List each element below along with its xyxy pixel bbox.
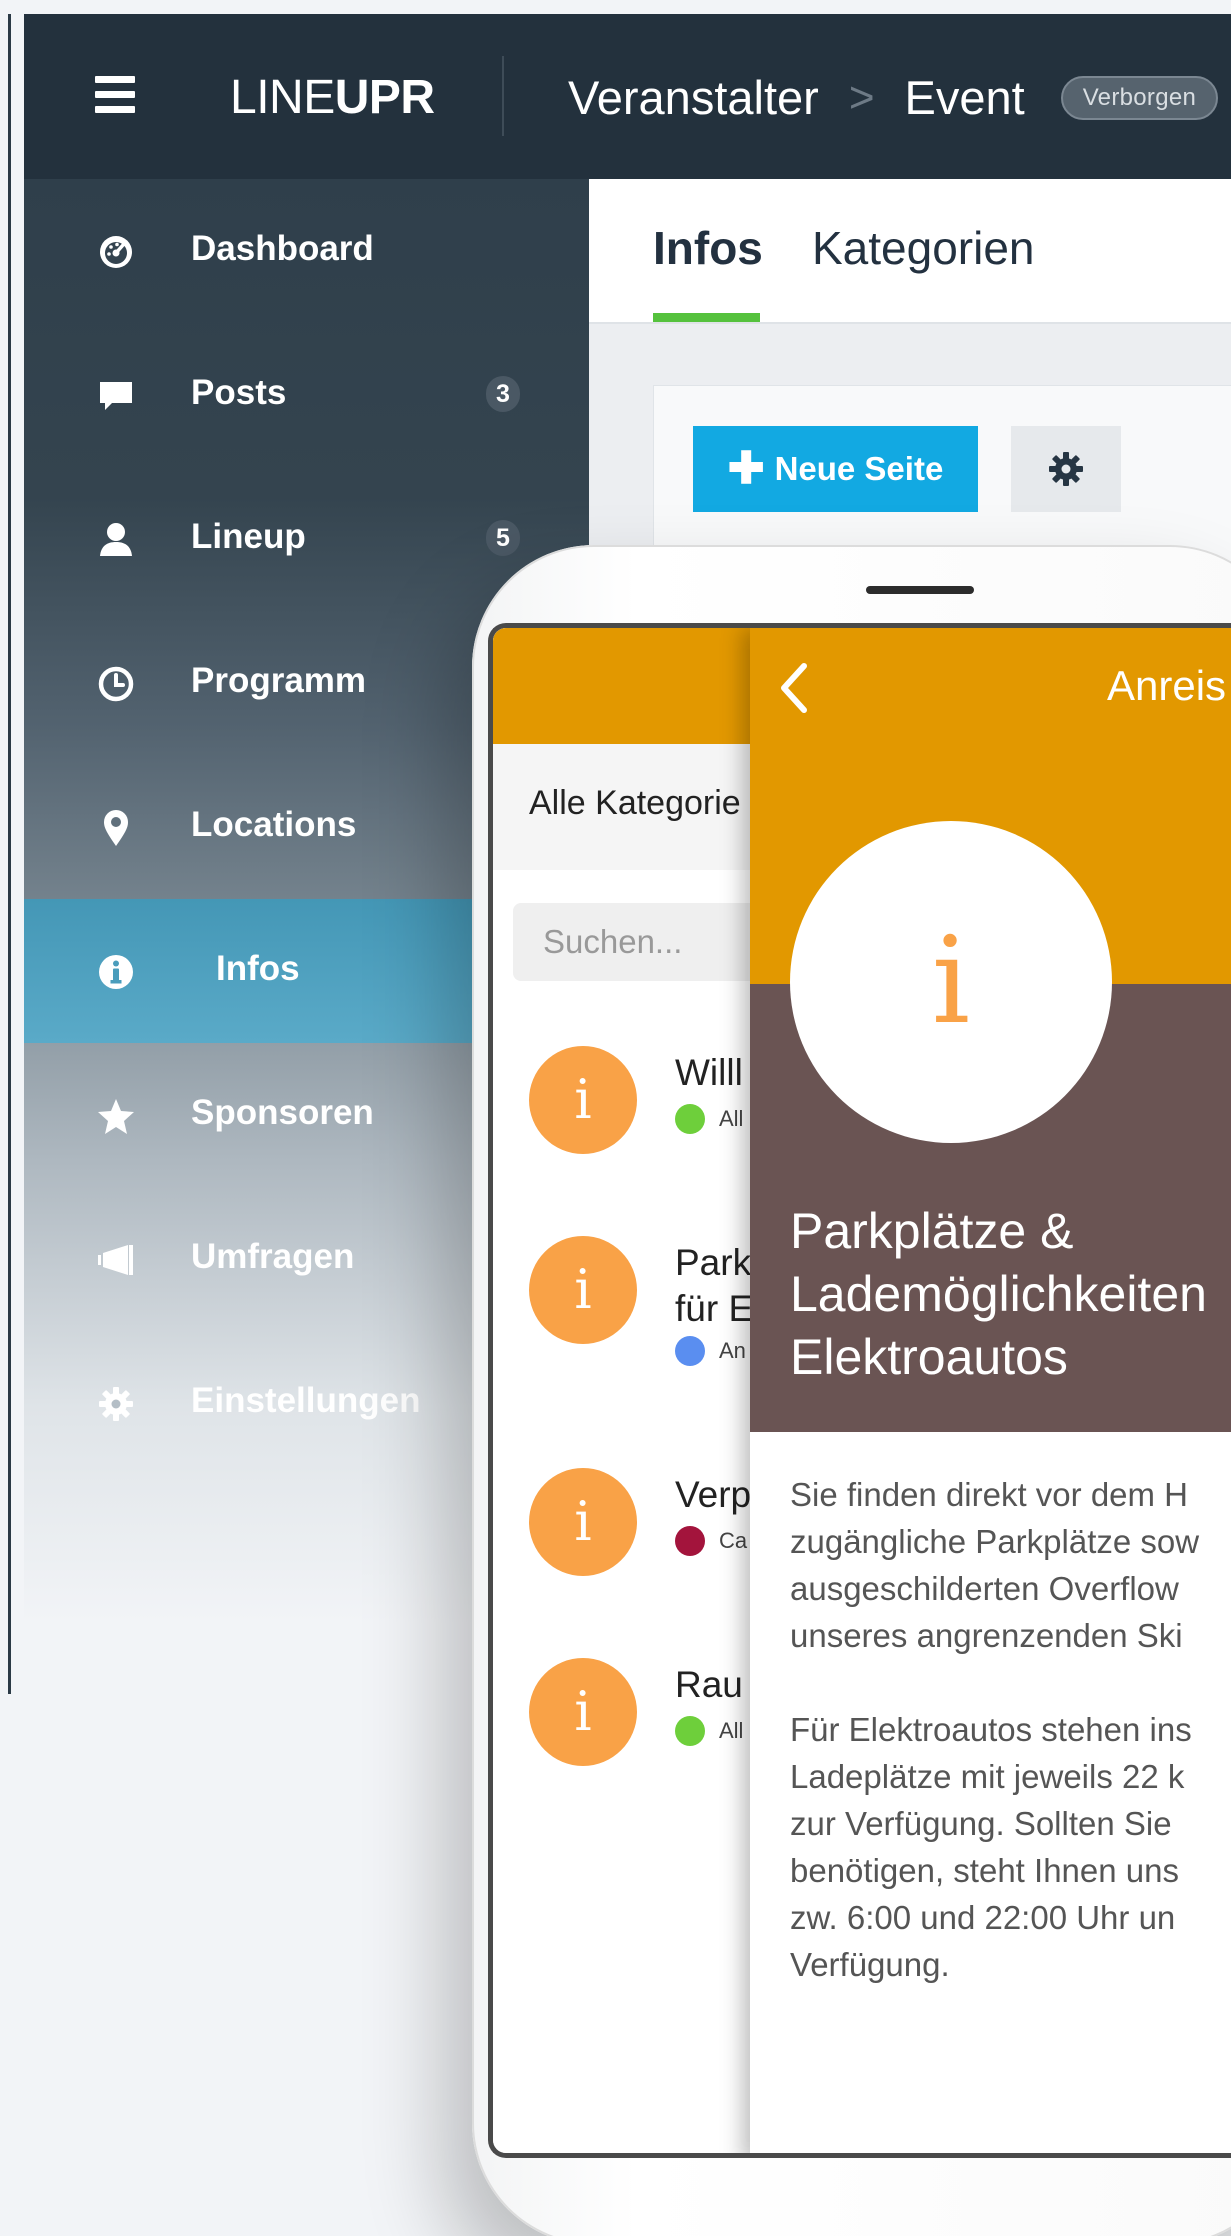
category-label: All bbox=[719, 1718, 744, 1743]
search-placeholder: Suchen... bbox=[543, 923, 683, 960]
breadcrumb-veranstalter[interactable]: Veranstalter bbox=[568, 70, 819, 125]
clock-icon bbox=[98, 666, 134, 702]
list-item-title: Rau bbox=[675, 1664, 743, 1705]
list-item-category: All bbox=[675, 1716, 743, 1746]
sidebar-edge bbox=[8, 14, 11, 1694]
category-label: An bbox=[719, 1338, 746, 1363]
sidebar-item-label: Einstellungen bbox=[191, 1381, 421, 1420]
detail-header: Anreis bbox=[750, 628, 1231, 744]
sidebar-item-label: Umfragen bbox=[191, 1237, 355, 1276]
breadcrumb: Veranstalter > Event Verborgen bbox=[568, 70, 1219, 125]
info-icon: i bbox=[529, 1046, 637, 1154]
list-item-category: Ca bbox=[675, 1526, 747, 1556]
tab-kategorien[interactable]: Kategorien bbox=[812, 221, 1035, 275]
category-filter-label: Alle Kategorie bbox=[529, 784, 741, 822]
sidebar-item-label: Lineup bbox=[191, 517, 306, 556]
sidebar-item-label: Sponsoren bbox=[191, 1093, 374, 1132]
count-badge: 5 bbox=[486, 520, 520, 556]
sidebar-item-dashboard[interactable]: Dashboard bbox=[24, 179, 589, 323]
category-label: Ca bbox=[719, 1528, 748, 1553]
info-icon: i bbox=[529, 1468, 637, 1576]
count-badge: 3 bbox=[486, 376, 520, 412]
info-icon: i bbox=[529, 1236, 637, 1344]
category-dot bbox=[675, 1336, 705, 1366]
info-icon: i bbox=[529, 1658, 637, 1766]
info-icon bbox=[99, 955, 133, 989]
sidebar-item-label: Dashboard bbox=[191, 229, 374, 268]
phone-speaker bbox=[866, 586, 974, 594]
tab-bar: Infos Kategorien bbox=[589, 179, 1231, 324]
brand-logo[interactable]: LINEUPR bbox=[230, 70, 435, 125]
back-chevron-icon[interactable] bbox=[770, 658, 820, 718]
category-label: All bbox=[719, 1106, 744, 1131]
dashboard-icon bbox=[100, 236, 132, 268]
brand-bold: UPR bbox=[334, 71, 435, 124]
megaphone-icon bbox=[98, 1245, 133, 1275]
category-dot bbox=[675, 1526, 705, 1556]
star-icon bbox=[98, 1099, 134, 1134]
sidebar-item-posts[interactable]: Posts 3 bbox=[24, 323, 589, 467]
tab-infos[interactable]: Infos bbox=[653, 221, 763, 275]
phone-screen: Alle Kategorie Suchen... i Willl All i P… bbox=[488, 623, 1231, 2158]
list-item-category: All bbox=[675, 1104, 743, 1134]
app-header bbox=[493, 628, 750, 744]
breadcrumb-separator: > bbox=[848, 72, 875, 122]
detail-header-title: Anreis bbox=[1107, 662, 1227, 709]
detail-body: Sie finden direkt vor dem H zugängliche … bbox=[790, 1476, 1200, 1983]
breadcrumb-event[interactable]: Event bbox=[905, 70, 1025, 125]
sidebar-item-label: Locations bbox=[191, 805, 357, 844]
app-list-view: Alle Kategorie Suchen... i Willl All i P… bbox=[493, 628, 813, 2153]
category-dot bbox=[675, 1104, 705, 1134]
active-tab-indicator bbox=[653, 313, 760, 322]
detail-heading: Parkplätze & Lademöglichkeiten Elektroau… bbox=[790, 1203, 1207, 1385]
header-divider bbox=[502, 56, 504, 136]
plus-icon: ✚ bbox=[727, 444, 765, 493]
category-dot bbox=[675, 1716, 705, 1746]
brand-light: LINE bbox=[230, 71, 335, 124]
list-item-category: An bbox=[675, 1336, 746, 1366]
list-item-title: Park für E bbox=[675, 1242, 754, 1329]
sidebar-item-label: Infos bbox=[216, 949, 300, 988]
sidebar-item-label: Posts bbox=[191, 373, 287, 412]
category-filter[interactable]: Alle Kategorie bbox=[493, 744, 750, 870]
menu-icon[interactable] bbox=[95, 76, 141, 114]
app-root: LINEUPR Veranstalter > Event Verborgen D… bbox=[0, 0, 1231, 2236]
new-page-label: Neue Seite bbox=[774, 450, 944, 487]
settings-button[interactable] bbox=[1011, 426, 1121, 512]
sidebar-item-label: Programm bbox=[191, 661, 367, 700]
user-icon bbox=[100, 523, 132, 556]
comment-icon bbox=[100, 382, 132, 410]
info-icon: i bbox=[790, 821, 1112, 1143]
map-pin-icon bbox=[104, 810, 128, 846]
new-page-button[interactable]: ✚ Neue Seite bbox=[693, 426, 978, 512]
visibility-badge[interactable]: Verborgen bbox=[1060, 75, 1219, 120]
list-item-title: Willl bbox=[675, 1052, 743, 1093]
list-item-title: Verp bbox=[675, 1474, 752, 1515]
top-bar: LINEUPR Veranstalter > Event Verborgen bbox=[24, 14, 1231, 179]
gear-icon bbox=[1049, 452, 1083, 486]
gear-icon bbox=[99, 1387, 133, 1421]
info-detail-view: Anreis i Parkplätze & Lademöglichkeiten … bbox=[750, 628, 1231, 2153]
